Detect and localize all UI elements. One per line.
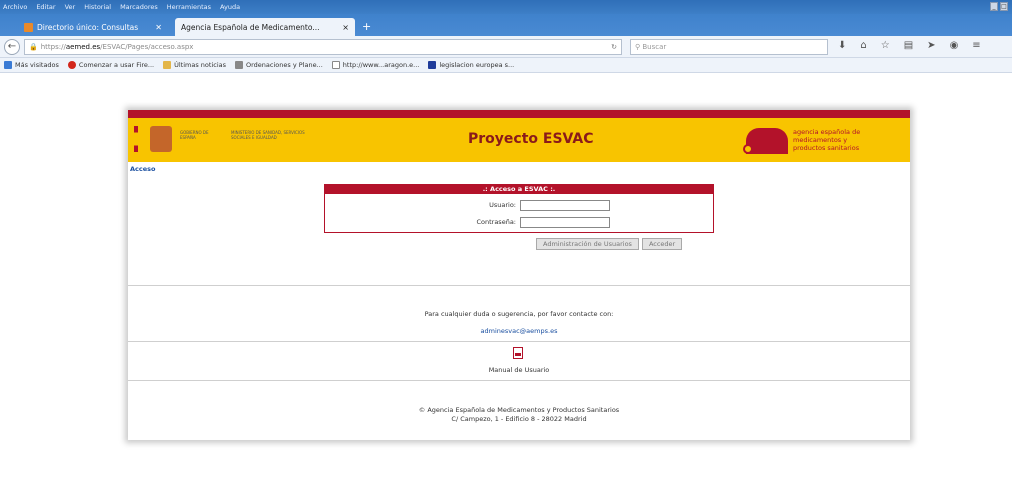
bookmark-label: Más visitados [15, 61, 59, 69]
username-field[interactable] [520, 199, 610, 211]
tab-directorio[interactable]: Directorio único: Consultas ✕ [18, 18, 168, 36]
firefox-icon [67, 61, 76, 69]
menu-bar: Archivo Editar Ver Historial Marcadores … [0, 0, 1012, 14]
bookmark-label: Ordenaciones y Plane... [246, 61, 323, 69]
manual-link[interactable]: Manual de Usuario [128, 366, 910, 374]
page-container: GOBIERNO DE ESPAÑA MINISTERIO DE SANIDAD… [128, 110, 910, 440]
search-input[interactable]: ⚲ Buscar [630, 39, 828, 55]
divider [128, 285, 910, 286]
username-row: Usuario: [325, 199, 713, 211]
pocket-icon[interactable]: ◉ [950, 40, 959, 51]
government-text: GOBIERNO DE ESPAÑA [180, 130, 209, 140]
bookmark-item[interactable]: Más visitados [4, 61, 59, 69]
page-title: Proyecto ESVAC [468, 131, 594, 147]
breadcrumb[interactable]: Acceso [130, 165, 155, 173]
ministry-text: MINISTERIO DE SANIDAD, SERVICIOS SOCIALE… [231, 130, 305, 140]
bookmark-label: Últimas noticias [174, 61, 226, 69]
bookmark-item[interactable]: Comenzar a usar Fire... [67, 61, 155, 69]
aemps-logo-icon [743, 128, 788, 154]
download-icon[interactable]: ⬇ [838, 40, 846, 51]
menu-archivo[interactable]: Archivo [3, 3, 27, 11]
page-icon [331, 61, 340, 69]
agency-name: agencia española de medicamentos y produ… [793, 128, 860, 152]
new-tab-icon[interactable]: + [362, 20, 371, 33]
menu-icon[interactable]: ≡ [972, 40, 980, 51]
top-stripe [128, 110, 910, 118]
submit-button[interactable]: Acceder [641, 238, 683, 250]
contact-email-link[interactable]: adminesvac@aemps.es [128, 327, 910, 335]
spain-flag-icon [134, 126, 138, 152]
divider [128, 380, 910, 381]
password-field[interactable] [520, 216, 610, 228]
menu-marcadores[interactable]: Marcadores [120, 3, 158, 11]
header-banner: GOBIERNO DE ESPAÑA MINISTERIO DE SANIDAD… [128, 118, 910, 162]
contact-text: Para cualquier duda o sugerencia, por fa… [424, 310, 614, 318]
user-admin-button[interactable]: Administración de Usuarios [536, 238, 639, 250]
send-icon[interactable]: ➤ [927, 40, 935, 51]
folder-icon [163, 61, 172, 69]
menu-herramientas[interactable]: Herramientas [167, 3, 211, 11]
library-icon[interactable]: ▤ [904, 40, 913, 51]
bookmarks-bar: Más visitados Comenzar a usar Fire... Úl… [0, 58, 1012, 73]
eu-flag-icon [428, 61, 437, 69]
lock-icon: 🔒 [29, 43, 38, 51]
tab-title: Directorio único: Consultas [37, 22, 139, 32]
bookmark-label: http://www...aragon.e... [342, 61, 420, 69]
menu-ayuda[interactable]: Ayuda [220, 3, 240, 11]
divider [128, 341, 910, 342]
pdf-icon[interactable] [513, 347, 523, 359]
agency-line: agencia española de [793, 128, 861, 136]
bookmark-item[interactable]: Últimas noticias [163, 61, 226, 69]
footer-line: © Agencia Española de Medicamentos y Pro… [418, 406, 620, 414]
url-path: /ESVAC/Pages/acceso.aspx [100, 43, 194, 51]
tab-aemps[interactable]: Agencia Española de Medicamento... × [175, 18, 355, 36]
menu-historial[interactable]: Historial [84, 3, 111, 11]
bookmark-icon [4, 61, 12, 69]
toolbar-icons: ⬇ ⌂ ☆ ▤ ➤ ◉ ≡ [838, 40, 981, 51]
search-placeholder: Buscar [642, 43, 667, 51]
minimize-button[interactable]: _ [990, 2, 998, 11]
bookmark-star-icon[interactable]: ☆ [881, 40, 890, 51]
bookmark-label: legislacion europea s... [439, 61, 515, 69]
maximize-button[interactable]: □ [1000, 2, 1008, 11]
favicon-icon [24, 22, 33, 32]
page-viewport: GOBIERNO DE ESPAÑA MINISTERIO DE SANIDAD… [0, 73, 1012, 484]
window-controls: _ □ [990, 2, 1008, 11]
navigation-bar: ← 🔒 https:// aemed.es /ESVAC/Pages/acces… [0, 36, 1012, 58]
home-icon[interactable]: ⌂ [860, 40, 866, 51]
login-buttons: Administración de Usuarios Acceder [536, 238, 683, 250]
url-bar[interactable]: 🔒 https:// aemed.es /ESVAC/Pages/acceso.… [24, 39, 622, 55]
tab-strip: Directorio único: Consultas ✕ Agencia Es… [0, 14, 1012, 36]
url-prefix: https:// [40, 43, 66, 51]
close-tab-icon[interactable]: × [342, 23, 349, 32]
password-row: Contraseña: [325, 216, 713, 228]
bookmark-label: Comenzar a usar Fire... [78, 61, 155, 69]
agency-line: productos sanitarios [793, 144, 860, 152]
login-header: .: Acceso a ESVAC :. [325, 185, 713, 194]
bookmark-item[interactable]: legislacion europea s... [428, 61, 514, 69]
username-label: Usuario: [489, 201, 516, 209]
menu-ver[interactable]: Ver [65, 3, 76, 11]
reload-icon[interactable]: ↻ [611, 43, 617, 51]
bookmark-item[interactable]: http://www...aragon.e... [331, 61, 420, 69]
back-icon[interactable]: ← [4, 39, 20, 55]
password-label: Contraseña: [476, 218, 516, 226]
menu-editar[interactable]: Editar [36, 3, 55, 11]
agency-line: medicamentos y [793, 136, 848, 144]
close-tab-icon[interactable]: ✕ [155, 23, 162, 32]
footer-address: C/ Campezo, 1 - Edificio 8 - 28022 Madri… [451, 415, 587, 423]
tab-title: Agencia Española de Medicamento... [181, 22, 320, 32]
page-icon [235, 61, 243, 69]
coat-of-arms-icon [150, 126, 172, 152]
bookmark-item[interactable]: Ordenaciones y Plane... [235, 61, 323, 69]
login-form: .: Acceso a ESVAC :. Usuario: Contraseña… [324, 184, 714, 233]
url-host: aemed.es [65, 43, 101, 51]
